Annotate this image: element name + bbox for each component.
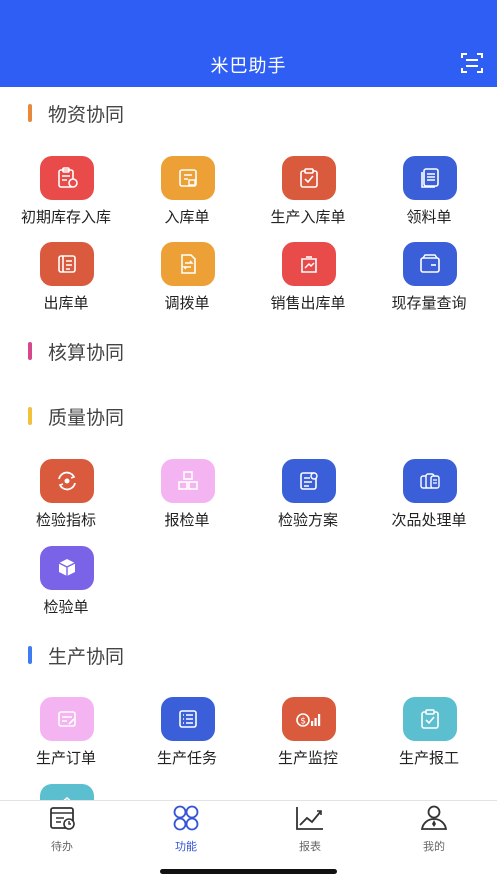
svg-text:$: $ — [300, 717, 306, 727]
section-quality: 质量协同 — [28, 404, 125, 429]
item-label: 领料单 — [406, 209, 452, 226]
item-label: 检验单 — [43, 599, 89, 616]
sale-doc-icon — [282, 242, 336, 286]
section-marker — [28, 342, 32, 360]
item-label: 出库单 — [43, 295, 89, 312]
item-stock-out[interactable]: 出库单 — [6, 242, 126, 322]
clipboard-check-icon — [403, 697, 457, 741]
money-chart-icon: $ — [282, 697, 336, 741]
boxes-icon — [161, 459, 215, 503]
grid-circles-icon — [173, 805, 199, 831]
item-label: 次品处理单 — [391, 512, 467, 529]
list-search-icon — [282, 459, 336, 503]
item-label: 报检单 — [164, 512, 210, 529]
tab-label: 报表 — [299, 841, 321, 853]
tab-todo[interactable]: 待办 — [0, 805, 124, 854]
section-marker — [28, 646, 32, 664]
item-production-task[interactable]: 生产任务 — [127, 697, 247, 777]
clipboard-in-icon — [40, 156, 94, 200]
clipboard-check-icon — [282, 156, 336, 200]
home-indicator — [160, 869, 337, 874]
section-marker — [28, 104, 32, 122]
item-partial[interactable] — [6, 784, 126, 800]
order-edit-icon — [40, 697, 94, 741]
cube-icon — [40, 546, 94, 590]
task-list-icon — [161, 697, 215, 741]
item-label: 生产任务 — [156, 750, 217, 767]
item-production-report[interactable]: 生产报工 — [369, 697, 489, 777]
item-inspection-order[interactable]: 检验单 — [6, 546, 126, 626]
transfer-doc-icon — [161, 242, 215, 286]
item-label: 生产订单 — [35, 750, 96, 767]
section-title: 生产协同 — [48, 646, 125, 668]
user-icon — [420, 805, 448, 830]
item-production-monitor[interactable]: $ 生产监控 — [248, 697, 368, 777]
tab-functions[interactable]: 功能 — [124, 805, 248, 854]
item-production-in[interactable]: 生产入库单 — [248, 156, 368, 236]
item-label: 生产入库单 — [270, 209, 346, 226]
tab-label: 我的 — [423, 841, 445, 853]
item-inspection-index[interactable]: 检验指标 — [6, 459, 126, 539]
section-accounting: 核算协同 — [28, 339, 125, 364]
item-inspection-plan[interactable]: 检验方案 — [248, 459, 368, 539]
item-label: 生产报工 — [398, 750, 459, 767]
doc-in-icon — [161, 156, 215, 200]
item-label: 调拨单 — [164, 295, 210, 312]
item-label: 检验指标 — [35, 512, 96, 529]
tab-mine[interactable]: 我的 — [372, 805, 496, 854]
item-label: 销售出库单 — [270, 295, 346, 312]
todo-calendar-icon — [50, 807, 75, 830]
coins-stack-icon — [403, 459, 457, 503]
section-title: 物资协同 — [48, 104, 125, 126]
tab-label: 功能 — [175, 841, 197, 853]
item-requisition[interactable]: 领料单 — [369, 156, 489, 236]
item-label: 检验方案 — [277, 512, 338, 529]
item-label: 入库单 — [164, 209, 210, 226]
item-stock-query[interactable]: 现存量查询 — [369, 242, 489, 322]
tab-reports[interactable]: 报表 — [248, 805, 372, 854]
scan-icon[interactable] — [461, 52, 483, 74]
item-initial-stock-in[interactable]: 初期库存入库 — [6, 156, 126, 236]
item-label: 现存量查询 — [391, 295, 467, 312]
stack-doc-icon — [403, 156, 457, 200]
page-title: 米巴助手 — [210, 56, 287, 76]
wallet-icon — [403, 242, 457, 286]
item-label: 生产监控 — [277, 750, 338, 767]
item-inspection-request[interactable]: 报检单 — [127, 459, 247, 539]
home-icon — [40, 784, 94, 800]
section-title: 核算协同 — [48, 342, 125, 364]
section-production: 生产协同 — [28, 643, 125, 668]
item-stock-in[interactable]: 入库单 — [127, 156, 247, 236]
app-header: 米巴助手 — [0, 0, 497, 87]
refresh-gear-icon — [40, 459, 94, 503]
section-materials: 物资协同 — [28, 101, 125, 126]
item-production-order[interactable]: 生产订单 — [6, 697, 126, 777]
item-label: 初期库存入库 — [20, 209, 111, 226]
section-marker — [28, 407, 32, 425]
item-sales-out[interactable]: 销售出库单 — [248, 242, 368, 322]
item-defect-handling[interactable]: 次品处理单 — [369, 459, 489, 539]
section-title: 质量协同 — [48, 407, 125, 429]
trend-chart-icon — [296, 807, 323, 830]
doc-out-icon — [40, 242, 94, 286]
function-list: 物资协同 初期库存入库 入库单 生产入库单 领料单 出库单 调拨单 销售出库单 … — [0, 87, 497, 800]
tab-label: 待办 — [51, 841, 73, 853]
item-transfer[interactable]: 调拨单 — [127, 242, 247, 322]
